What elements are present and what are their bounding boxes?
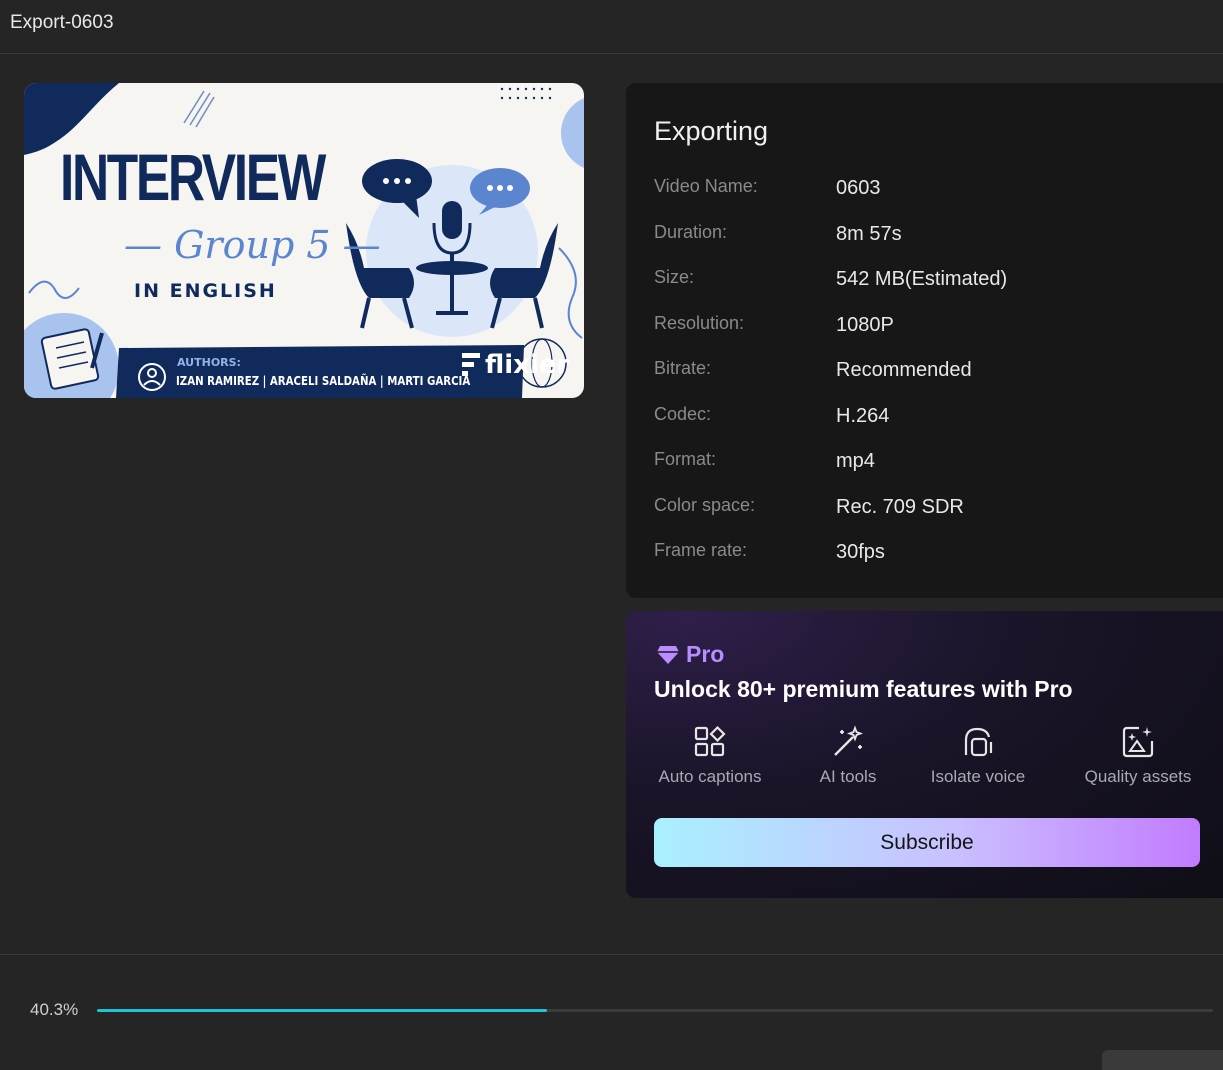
feature-label: AI tools bbox=[819, 767, 877, 786]
thumbnail-language: IN ENGLISH bbox=[134, 280, 277, 302]
info-label: Frame rate: bbox=[654, 540, 748, 560]
pro-upsell-card: Pro Unlock 80+ premium features with Pro… bbox=[626, 611, 1223, 898]
info-value: Recommended bbox=[836, 359, 972, 381]
info-row-bitrate: Bitrate: Recommended bbox=[654, 358, 1214, 388]
feature-label: Auto captions bbox=[658, 767, 762, 786]
thumbnail-subtitle: — Group 5 — bbox=[124, 223, 381, 267]
info-value: Rec. 709 SDR bbox=[836, 496, 964, 518]
diamond-icon bbox=[657, 645, 679, 664]
info-label: Size: bbox=[654, 267, 695, 287]
pro-headline: Unlock 80+ premium features with Pro bbox=[654, 676, 1073, 702]
feature-isolate-voice[interactable]: Isolate voice bbox=[928, 725, 1028, 787]
thumbnail-authors: IZAN RAMIREZ | ARACELI SALDAÑA | MARTI G… bbox=[176, 374, 471, 388]
export-info-panel: Exporting Video Name: 0603 Duration: 8m … bbox=[626, 83, 1223, 598]
info-row-size: Size: 542 MB(Estimated) bbox=[654, 267, 1214, 297]
info-row-format: Format: mp4 bbox=[654, 449, 1214, 479]
cancel-button[interactable] bbox=[1102, 1050, 1223, 1070]
grid-shapes-icon bbox=[694, 725, 726, 757]
info-row-duration: Duration: 8m 57s bbox=[654, 222, 1214, 252]
info-row-color-space: Color space: Rec. 709 SDR bbox=[654, 495, 1214, 525]
info-row-resolution: Resolution: 1080P bbox=[654, 313, 1214, 343]
title-bar: Export-0603 bbox=[0, 0, 1223, 54]
info-label: Video Name: bbox=[654, 176, 758, 196]
progress-percent: 40.3% bbox=[30, 1000, 79, 1019]
isolate-voice-icon bbox=[964, 727, 993, 757]
info-label: Bitrate: bbox=[654, 358, 712, 378]
progress-bar bbox=[97, 1009, 1213, 1012]
info-value: 0603 bbox=[836, 177, 881, 199]
pro-label: Pro bbox=[686, 641, 725, 667]
thumbnail-title: INTERVIEW bbox=[60, 140, 326, 214]
watermark-logo: flixier bbox=[485, 350, 570, 380]
pro-badge: Pro bbox=[656, 641, 724, 668]
info-value: 542 MB(Estimated) bbox=[836, 268, 1008, 290]
divider bbox=[0, 954, 1223, 955]
info-value: H.264 bbox=[836, 405, 890, 427]
magic-wand-icon bbox=[834, 725, 864, 756]
info-label: Duration: bbox=[654, 222, 728, 242]
feature-auto-captions[interactable]: Auto captions bbox=[654, 725, 766, 787]
info-value: mp4 bbox=[836, 450, 875, 472]
info-label: Format: bbox=[654, 449, 717, 469]
feature-quality-assets[interactable]: Quality assets bbox=[1081, 725, 1195, 787]
feature-ai-tools[interactable]: AI tools bbox=[814, 725, 882, 787]
video-thumbnail: INTERVIEW — Group 5 — IN ENGLISH AUTHORS… bbox=[24, 83, 584, 398]
info-row-codec: Codec: H.264 bbox=[654, 404, 1214, 434]
feature-label: Isolate voice bbox=[930, 767, 1026, 786]
subscribe-button[interactable]: Subscribe bbox=[654, 818, 1200, 867]
progress-fill bbox=[97, 1009, 547, 1012]
info-value: 1080P bbox=[836, 314, 894, 336]
info-row-frame-rate: Frame rate: 30fps bbox=[654, 540, 1214, 570]
info-value: 30fps bbox=[836, 541, 885, 563]
feature-label: Quality assets bbox=[1084, 767, 1192, 786]
info-label: Color space: bbox=[654, 495, 756, 515]
info-value: 8m 57s bbox=[836, 223, 902, 245]
image-sparkle-icon bbox=[1122, 726, 1154, 758]
thumbnail-authors-label: AUTHORS: bbox=[177, 356, 241, 369]
exporting-heading: Exporting bbox=[654, 116, 769, 146]
info-row-video-name: Video Name: 0603 bbox=[654, 176, 1214, 206]
info-label: Resolution: bbox=[654, 313, 745, 333]
window-title: Export-0603 bbox=[10, 12, 114, 33]
info-label: Codec: bbox=[654, 404, 712, 424]
